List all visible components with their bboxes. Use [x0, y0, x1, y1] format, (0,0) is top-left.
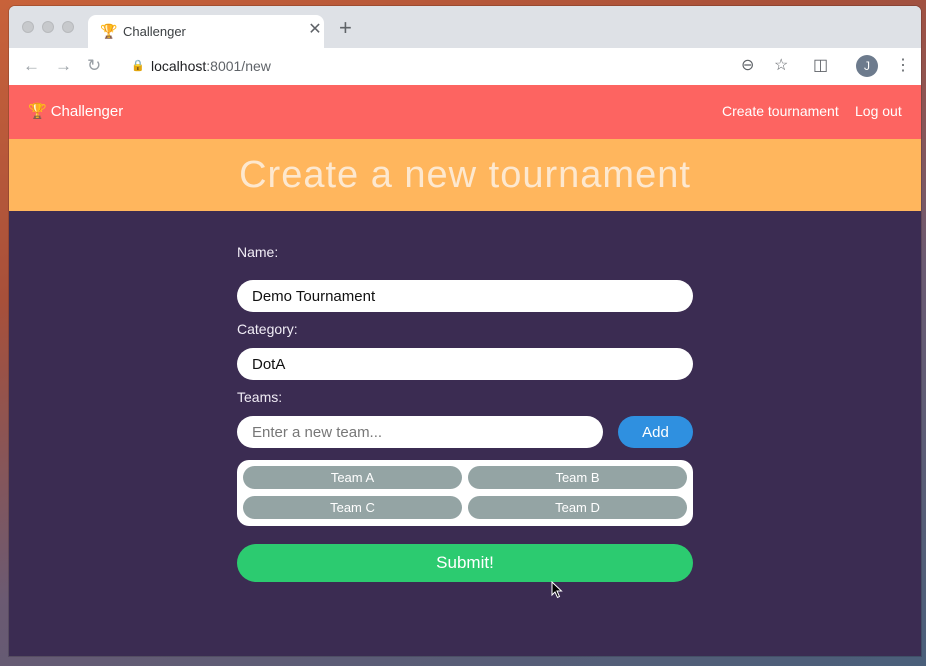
trophy-icon: 🏆 [28, 103, 47, 120]
tab-bar: 🏆 Challenger ✕ + [9, 6, 921, 48]
tab-title: Challenger [123, 24, 186, 39]
category-label: Category: [237, 321, 298, 337]
teams-label: Teams: [237, 389, 283, 405]
address-bar[interactable]: localhost:8001/new [151, 58, 271, 74]
url-host: localhost [151, 58, 207, 74]
team-chip[interactable]: Team A [243, 466, 462, 489]
browser-toolbar: ← → ↻ 🔒 localhost:8001/new ⊖ ☆ ◫ J ⋮ [9, 48, 921, 86]
star-icon[interactable]: ☆ [774, 56, 788, 76]
page-title: Create a new tournament [239, 154, 691, 196]
close-icon[interactable]: ✕ [306, 21, 324, 39]
add-team-button[interactable]: Add [618, 416, 693, 448]
browser-tab[interactable]: 🏆 Challenger ✕ [88, 15, 324, 48]
new-team-input[interactable] [237, 416, 603, 448]
name-input[interactable] [237, 280, 693, 312]
category-input[interactable] [237, 348, 693, 380]
name-label: Name: [237, 244, 279, 260]
url-path: :8001/new [206, 58, 271, 74]
browser-window: 🏆 Challenger ✕ + ← → ↻ 🔒 localhost:8001/… [9, 6, 921, 656]
close-window-button[interactable] [22, 21, 34, 33]
reload-icon[interactable]: ↻ [87, 56, 101, 76]
page-viewport: 🏆 Challenger Create tournament Log out Cr… [9, 85, 921, 656]
teams-list: Team A Team B Team C Team D [237, 460, 693, 526]
maximize-window-button[interactable] [62, 21, 74, 33]
arrow-left-icon[interactable]: ← [23, 56, 40, 76]
brand-name: Challenger [50, 103, 124, 120]
kebab-menu-icon[interactable]: ⋮ [895, 56, 911, 76]
nav-log-out[interactable]: Log out [855, 103, 902, 119]
mouse-cursor-icon [551, 581, 563, 599]
nav-create-tournament[interactable]: Create tournament [722, 103, 839, 119]
arrow-right-icon[interactable]: → [55, 56, 72, 76]
zoom-out-icon[interactable]: ⊖ [741, 56, 754, 76]
hero-banner: Create a new tournament [9, 139, 921, 211]
brand-link[interactable]: 🏆 Challenger [28, 102, 123, 120]
submit-button[interactable]: Submit! [237, 544, 693, 582]
pocket-icon[interactable]: ◫ [813, 56, 828, 76]
lock-icon: 🔒 [131, 60, 145, 72]
team-chip[interactable]: Team C [243, 496, 462, 519]
team-chip[interactable]: Team B [468, 466, 687, 489]
minimize-window-button[interactable] [42, 21, 54, 33]
profile-avatar[interactable]: J [856, 55, 878, 77]
trophy-icon: 🏆 [100, 23, 118, 39]
new-tab-button[interactable]: + [339, 17, 352, 39]
team-chip[interactable]: Team D [468, 496, 687, 519]
app-navbar: 🏆 Challenger Create tournament Log out [9, 85, 921, 139]
